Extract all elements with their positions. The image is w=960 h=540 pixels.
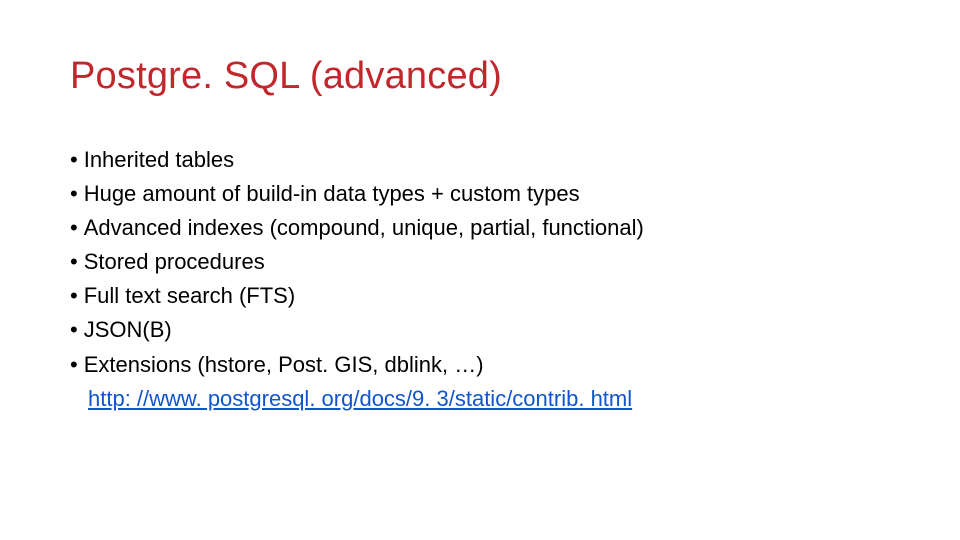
bullet-text: Extensions (hstore, Post. GIS, dblink, ……: [84, 348, 890, 382]
bullet-text: Inherited tables: [84, 143, 890, 177]
list-item: • Extensions (hstore, Post. GIS, dblink,…: [70, 348, 890, 382]
extensions-link-line: http: //www. postgresql. org/docs/9. 3/s…: [88, 382, 890, 416]
bullet-icon: •: [70, 279, 84, 313]
docs-link[interactable]: http: //www. postgresql. org/docs/9. 3/s…: [88, 386, 632, 411]
bullet-icon: •: [70, 348, 84, 382]
bullet-icon: •: [70, 177, 84, 211]
list-item: • Stored procedures: [70, 245, 890, 279]
list-item: • Advanced indexes (compound, unique, pa…: [70, 211, 890, 245]
list-item: • JSON(B): [70, 313, 890, 347]
list-item: • Full text search (FTS): [70, 279, 890, 313]
slide: Postgre. SQL (advanced) • Inherited tabl…: [0, 0, 960, 540]
bullet-text: JSON(B): [84, 313, 890, 347]
bullet-text: Full text search (FTS): [84, 279, 890, 313]
list-item: • Huge amount of build-in data types + c…: [70, 177, 890, 211]
bullet-text: Huge amount of build-in data types + cus…: [84, 177, 890, 211]
bullet-icon: •: [70, 211, 84, 245]
bullet-icon: •: [70, 143, 84, 177]
bullet-icon: •: [70, 313, 84, 347]
bullet-icon: •: [70, 245, 84, 279]
bullet-text: Advanced indexes (compound, unique, part…: [84, 211, 890, 245]
slide-title: Postgre. SQL (advanced): [70, 55, 890, 98]
list-item: • Inherited tables: [70, 143, 890, 177]
bullet-text: Stored procedures: [84, 245, 890, 279]
bullet-list: • Inherited tables • Huge amount of buil…: [70, 143, 890, 416]
